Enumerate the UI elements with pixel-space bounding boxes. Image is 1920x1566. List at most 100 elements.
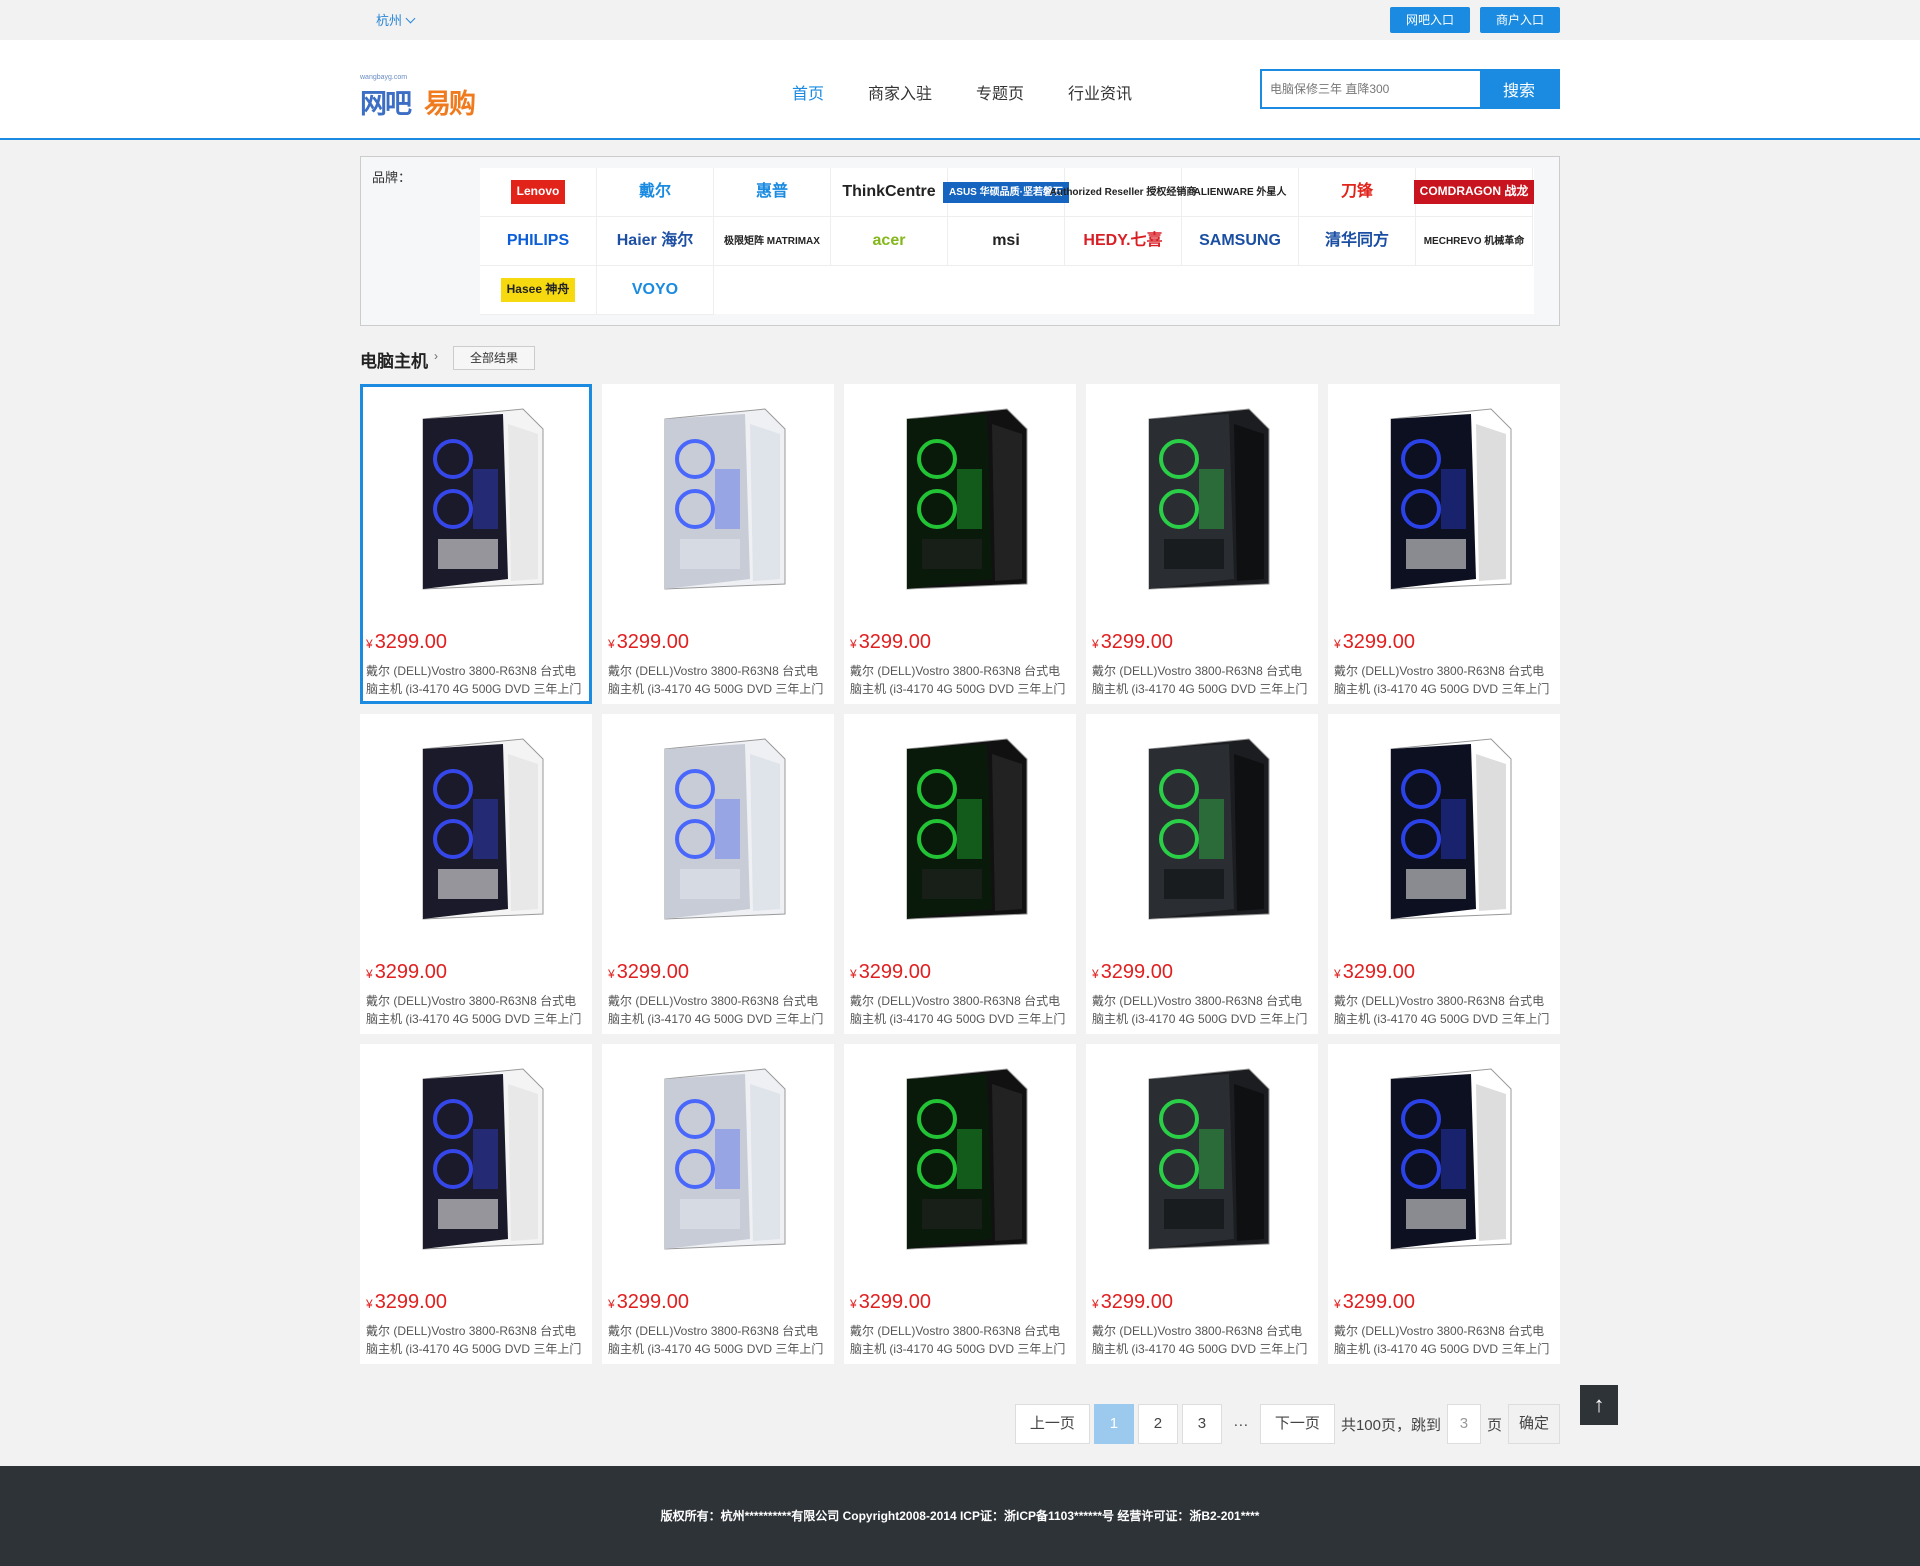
nav-topics[interactable]: 专题页: [976, 80, 1024, 104]
product-image[interactable]: [1351, 1059, 1537, 1259]
brand-logo: Haier 海尔: [616, 232, 694, 250]
page-3[interactable]: 3: [1181, 1404, 1222, 1444]
currency-symbol: ¥: [1334, 967, 1341, 981]
brand-item[interactable]: ThinkCentre: [831, 168, 948, 217]
next-page-button[interactable]: 下一页: [1259, 1404, 1335, 1444]
product-name[interactable]: 戴尔 (DELL)Vostro 3800-R63N8 台式电脑主机 (i3-41…: [608, 992, 828, 1028]
product-image[interactable]: [867, 1059, 1053, 1259]
brand-item[interactable]: msi: [948, 217, 1065, 266]
brand-item[interactable]: 极限矩阵 MATRIMAX: [714, 217, 831, 266]
product-image[interactable]: [1109, 1059, 1295, 1259]
back-to-top-button[interactable]: ↑: [1580, 1385, 1618, 1425]
header: wangbayg.com 网吧 易购 首页 商家入驻 专题页 行业资讯 搜索: [0, 40, 1920, 140]
product-card[interactable]: ¥3299.00 戴尔 (DELL)Vostro 3800-R63N8 台式电脑…: [602, 1044, 834, 1364]
product-image[interactable]: [1109, 729, 1295, 929]
product-card[interactable]: ¥3299.00 戴尔 (DELL)Vostro 3800-R63N8 台式电脑…: [1086, 384, 1318, 704]
nav-industry-news[interactable]: 行业资讯: [1068, 80, 1132, 104]
product-image[interactable]: [1351, 399, 1537, 599]
product-image[interactable]: [625, 1059, 811, 1259]
confirm-goto-button[interactable]: 确定: [1507, 1404, 1560, 1444]
product-image[interactable]: [625, 399, 811, 599]
product-card[interactable]: ¥3299.00 戴尔 (DELL)Vostro 3800-R63N8 台式电脑…: [360, 1044, 592, 1364]
brand-item[interactable]: 刀锋: [1299, 168, 1416, 217]
product-image[interactable]: [1109, 399, 1295, 599]
brand-logo: 戴尔: [638, 183, 671, 201]
nav-merchant-join[interactable]: 商家入驻: [868, 80, 932, 104]
product-name[interactable]: 戴尔 (DELL)Vostro 3800-R63N8 台式电脑主机 (i3-41…: [1092, 662, 1312, 698]
product-image[interactable]: [867, 399, 1053, 599]
brand-item[interactable]: VOYO: [597, 266, 714, 315]
product-name[interactable]: 戴尔 (DELL)Vostro 3800-R63N8 台式电脑主机 (i3-41…: [1334, 992, 1554, 1028]
product-price: ¥3299.00: [608, 1291, 689, 1314]
prev-page-button[interactable]: 上一页: [1014, 1404, 1090, 1444]
page-2[interactable]: 2: [1137, 1404, 1178, 1444]
brand-item[interactable]: acer: [831, 217, 948, 266]
brand-item[interactable]: 戴尔: [597, 168, 714, 217]
brand-item[interactable]: HEDY.七喜: [1065, 217, 1182, 266]
brand-item[interactable]: ASUS 华硕品质·坚若磐石: [943, 168, 1069, 217]
product-price: ¥3299.00: [850, 631, 931, 654]
price-value: 3299.00: [374, 631, 447, 653]
all-results-button[interactable]: 全部结果: [453, 346, 536, 370]
netcafe-entry-button[interactable]: 网吧入口: [1389, 7, 1470, 33]
product-card[interactable]: ¥3299.00 戴尔 (DELL)Vostro 3800-R63N8 台式电脑…: [844, 1044, 1076, 1364]
product-card[interactable]: ¥3299.00 戴尔 (DELL)Vostro 3800-R63N8 台式电脑…: [1328, 714, 1560, 1034]
goto-page-input[interactable]: 3: [1446, 1404, 1481, 1444]
product-name[interactable]: 戴尔 (DELL)Vostro 3800-R63N8 台式电脑主机 (i3-41…: [1092, 1322, 1312, 1358]
product-image[interactable]: [1351, 729, 1537, 929]
city-selector[interactable]: 杭州: [376, 10, 416, 29]
currency-symbol: ¥: [850, 637, 857, 651]
product-image[interactable]: [383, 1059, 569, 1259]
brand-item[interactable]: 惠普: [714, 168, 831, 217]
brand-item[interactable]: SAMSUNG: [1182, 217, 1299, 266]
brand-item[interactable]: Authorized Reseller 授权经销商: [1050, 168, 1196, 217]
product-price: ¥3299.00: [366, 961, 447, 984]
search-input[interactable]: [1262, 71, 1480, 107]
brand-logo: 刀锋: [1340, 183, 1373, 201]
price-value: 3299.00: [1342, 1291, 1415, 1313]
product-name[interactable]: 戴尔 (DELL)Vostro 3800-R63N8 台式电脑主机 (i3-41…: [366, 992, 586, 1028]
merchant-entry-button[interactable]: 商户入口: [1479, 7, 1560, 33]
product-card[interactable]: ¥3299.00 戴尔 (DELL)Vostro 3800-R63N8 台式电脑…: [1086, 714, 1318, 1034]
brand-item[interactable]: MECHREVO 机械革命: [1416, 217, 1533, 266]
product-name[interactable]: 戴尔 (DELL)Vostro 3800-R63N8 台式电脑主机 (i3-41…: [608, 662, 828, 698]
site-logo[interactable]: wangbayg.com 网吧 易购: [360, 62, 480, 119]
product-name[interactable]: 戴尔 (DELL)Vostro 3800-R63N8 台式电脑主机 (i3-41…: [1334, 662, 1554, 698]
product-image[interactable]: [383, 399, 569, 599]
price-value: 3299.00: [1342, 631, 1415, 653]
brand-item[interactable]: 清华同方: [1299, 217, 1416, 266]
nav-home[interactable]: 首页: [792, 80, 824, 104]
product-card[interactable]: ¥3299.00 戴尔 (DELL)Vostro 3800-R63N8 台式电脑…: [844, 384, 1076, 704]
product-card[interactable]: ¥3299.00 戴尔 (DELL)Vostro 3800-R63N8 台式电脑…: [360, 714, 592, 1034]
price-value: 3299.00: [858, 631, 931, 653]
product-card[interactable]: ¥3299.00 戴尔 (DELL)Vostro 3800-R63N8 台式电脑…: [602, 384, 834, 704]
product-card[interactable]: ¥3299.00 戴尔 (DELL)Vostro 3800-R63N8 台式电脑…: [844, 714, 1076, 1034]
price-value: 3299.00: [1100, 1291, 1173, 1313]
product-name[interactable]: 戴尔 (DELL)Vostro 3800-R63N8 台式电脑主机 (i3-41…: [850, 992, 1070, 1028]
category-header: 电脑主机 › 全部结果: [360, 344, 1560, 371]
product-name[interactable]: 戴尔 (DELL)Vostro 3800-R63N8 台式电脑主机 (i3-41…: [1334, 1322, 1554, 1358]
product-image[interactable]: [625, 729, 811, 929]
currency-symbol: ¥: [850, 967, 857, 981]
product-name[interactable]: 戴尔 (DELL)Vostro 3800-R63N8 台式电脑主机 (i3-41…: [366, 662, 586, 698]
product-card[interactable]: ¥3299.00 戴尔 (DELL)Vostro 3800-R63N8 台式电脑…: [360, 384, 592, 704]
product-name[interactable]: 戴尔 (DELL)Vostro 3800-R63N8 台式电脑主机 (i3-41…: [850, 662, 1070, 698]
brand-item[interactable]: Haier 海尔: [597, 217, 714, 266]
product-image[interactable]: [867, 729, 1053, 929]
product-name[interactable]: 戴尔 (DELL)Vostro 3800-R63N8 台式电脑主机 (i3-41…: [366, 1322, 586, 1358]
product-name[interactable]: 戴尔 (DELL)Vostro 3800-R63N8 台式电脑主机 (i3-41…: [608, 1322, 828, 1358]
product-card[interactable]: ¥3299.00 戴尔 (DELL)Vostro 3800-R63N8 台式电脑…: [1328, 384, 1560, 704]
brand-item[interactable]: COMDRAGON 战龙: [1413, 168, 1535, 217]
product-card[interactable]: ¥3299.00 戴尔 (DELL)Vostro 3800-R63N8 台式电脑…: [1086, 1044, 1318, 1364]
product-name[interactable]: 戴尔 (DELL)Vostro 3800-R63N8 台式电脑主机 (i3-41…: [850, 1322, 1070, 1358]
brand-item[interactable]: Lenovo: [480, 168, 597, 217]
page-1[interactable]: 1: [1093, 1404, 1134, 1444]
search-button[interactable]: 搜索: [1480, 71, 1558, 107]
brand-item[interactable]: ALIENWARE 外星人: [1182, 168, 1299, 217]
product-image[interactable]: [383, 729, 569, 929]
product-card[interactable]: ¥3299.00 戴尔 (DELL)Vostro 3800-R63N8 台式电脑…: [1328, 1044, 1560, 1364]
brand-item[interactable]: Hasee 神舟: [480, 266, 597, 315]
product-card[interactable]: ¥3299.00 戴尔 (DELL)Vostro 3800-R63N8 台式电脑…: [602, 714, 834, 1034]
brand-item[interactable]: PHILIPS: [480, 217, 597, 266]
product-name[interactable]: 戴尔 (DELL)Vostro 3800-R63N8 台式电脑主机 (i3-41…: [1092, 992, 1312, 1028]
